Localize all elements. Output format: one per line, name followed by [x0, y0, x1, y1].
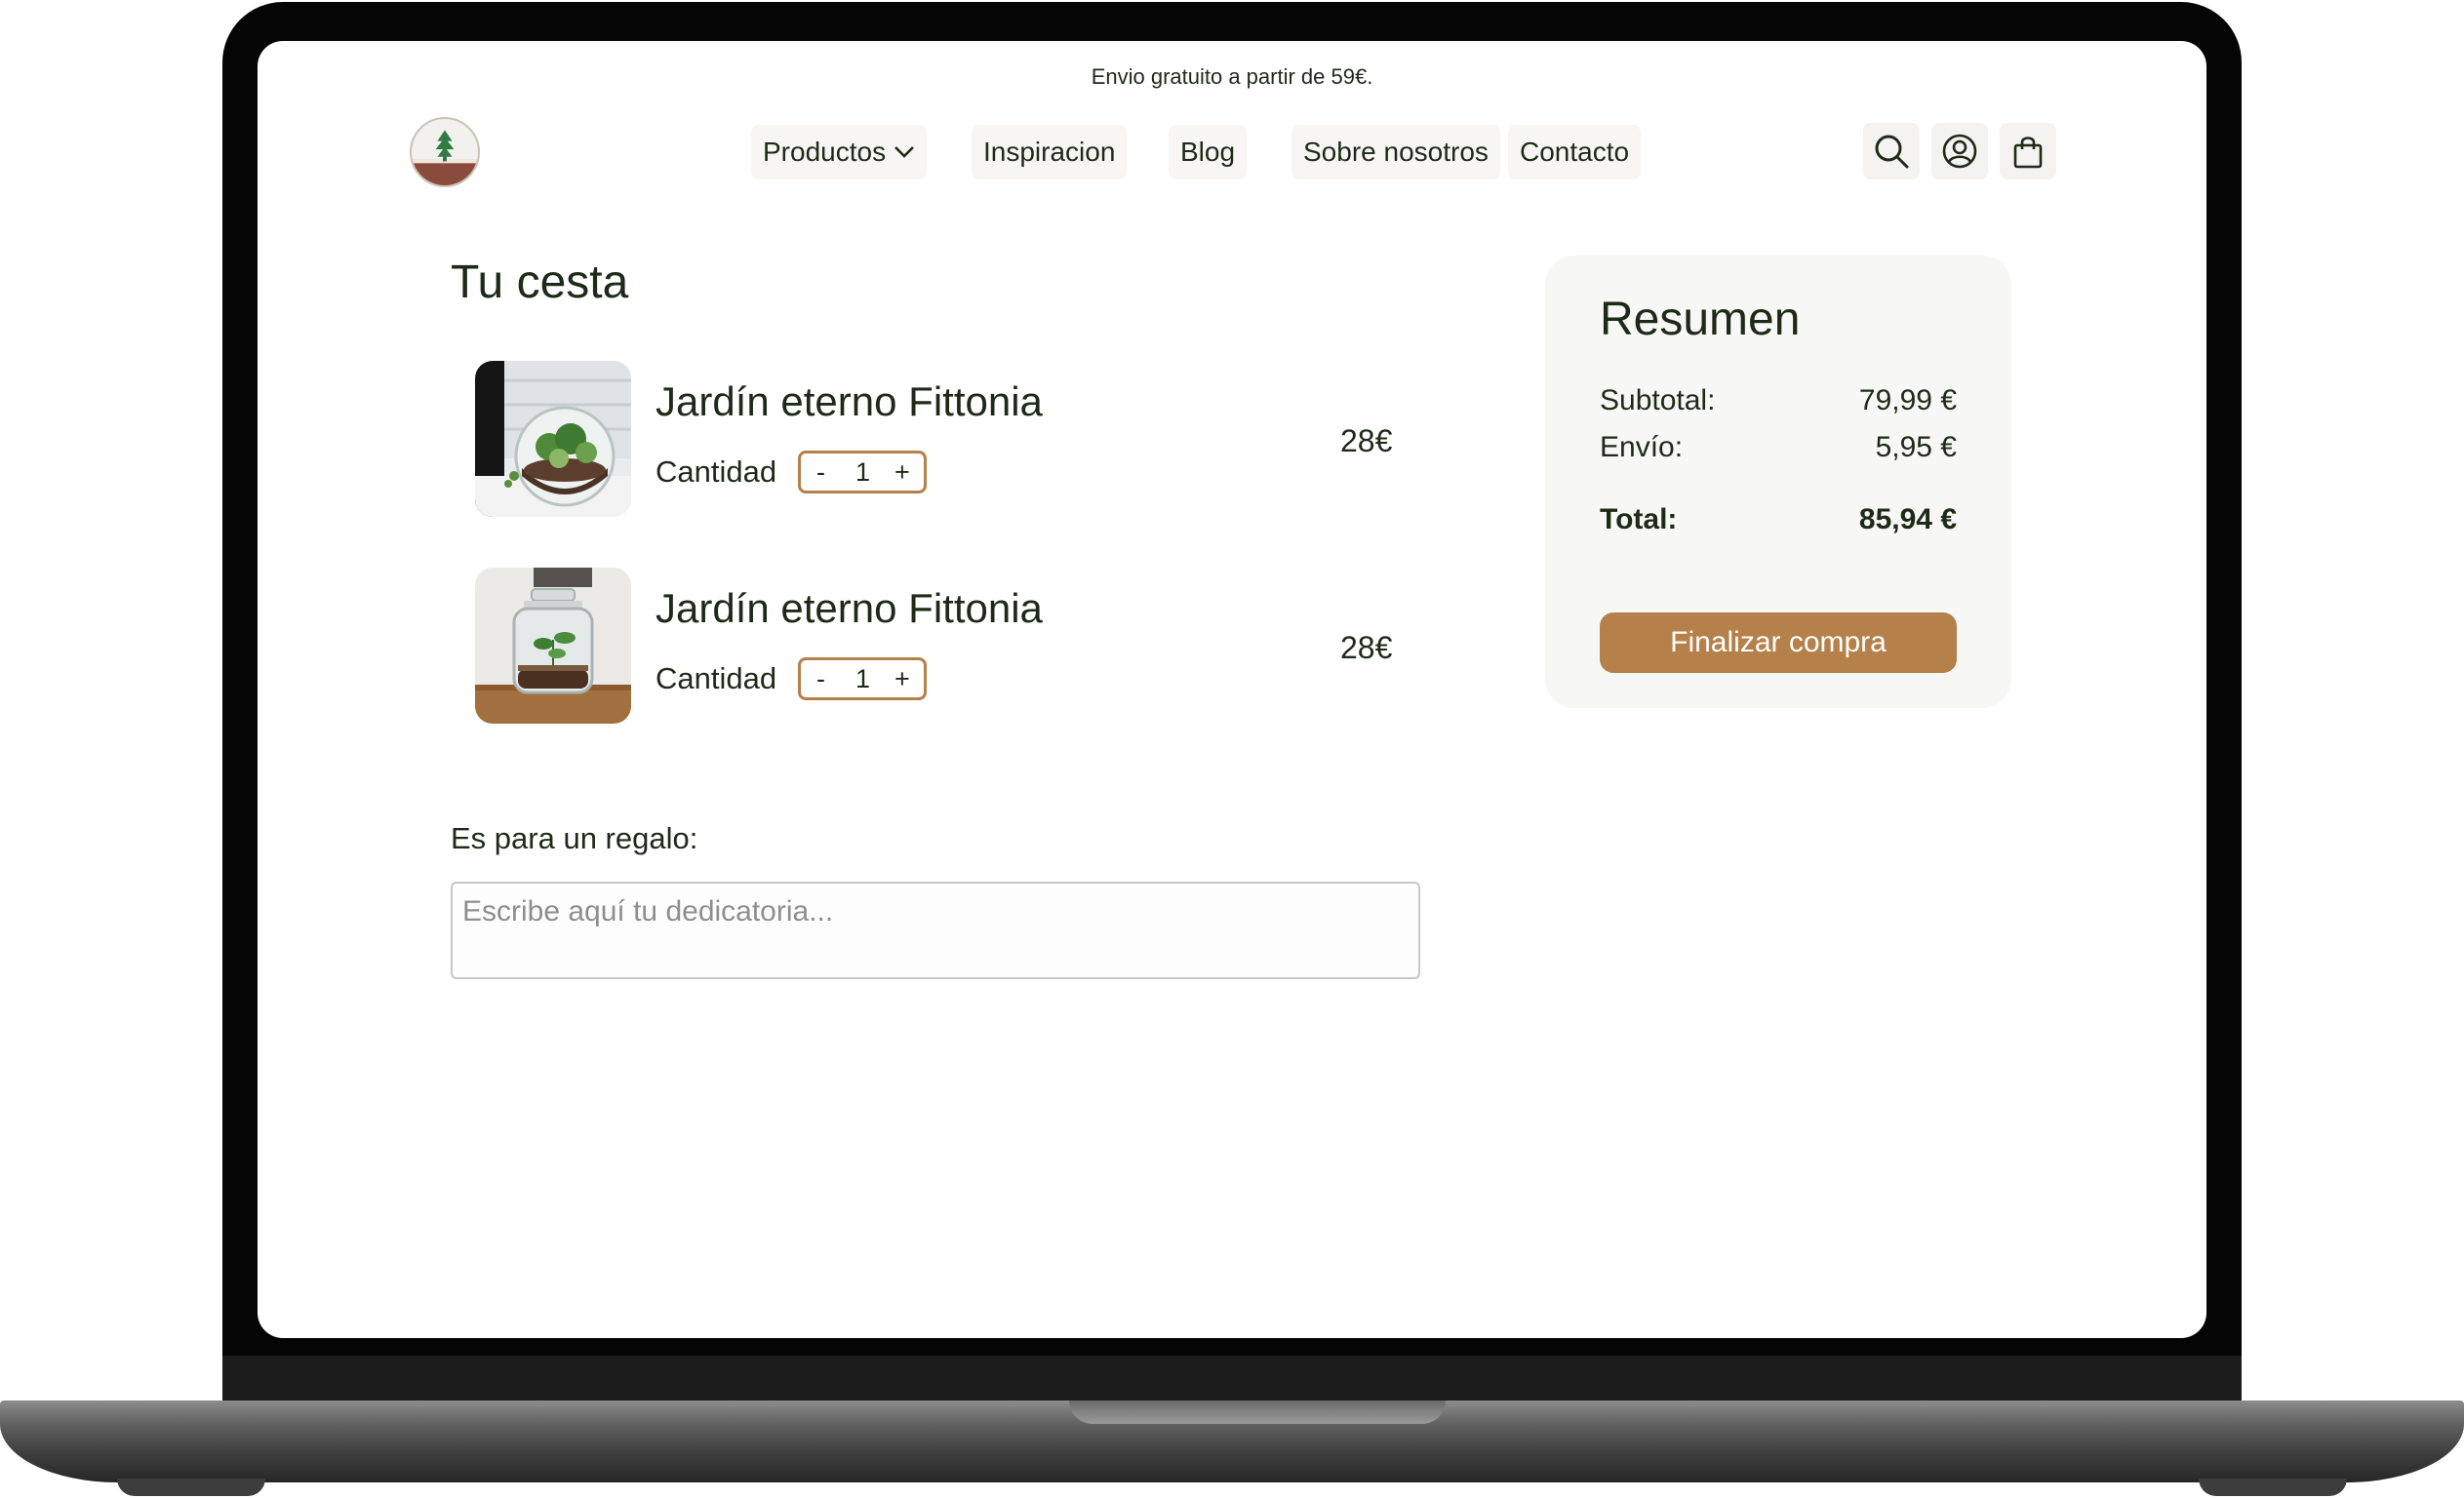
cart-button[interactable] [2000, 123, 2056, 179]
item-price: 28€ [1340, 423, 1393, 458]
account-button[interactable] [1931, 123, 1988, 179]
nav-item-label: Contacto [1520, 137, 1630, 167]
order-summary: Resumen Subtotal: 79,99 € Envío: 5,95 € … [1545, 256, 2011, 708]
chevron-down-icon [894, 145, 914, 158]
nav-item-sobre-nosotros[interactable]: Sobre nosotros [1292, 125, 1500, 179]
quantity-stepper: - 1 + [798, 451, 927, 493]
nav-item-label: Sobre nosotros [1303, 137, 1489, 167]
browser-screen: Envio gratuito a partir de 59€. Producto… [258, 41, 2206, 1338]
shopping-bag-icon [2013, 137, 2043, 169]
item-name[interactable]: Jardín eterno Fittonia [656, 378, 1043, 425]
gift-message-input[interactable] [451, 882, 1420, 979]
summary-title: Resumen [1600, 294, 1801, 345]
shipping-value: 5,95 € [1875, 431, 1957, 463]
item-price: 28€ [1340, 630, 1393, 665]
announcement-bar: Envio gratuito a partir de 59€. [1091, 64, 1373, 89]
search-button[interactable] [1863, 123, 1920, 179]
total-row: Total: 85,94 € [1600, 503, 1957, 536]
user-icon [1942, 134, 1977, 169]
laptop-notch [1069, 1400, 1446, 1424]
nav-item-label: Inspiracion [983, 137, 1116, 167]
quantity-stepper: - 1 + [798, 657, 927, 700]
gift-label: Es para un regalo: [451, 821, 698, 855]
increment-button[interactable]: + [894, 664, 910, 694]
nav-item-inspiracion[interactable]: Inspiracion [972, 125, 1128, 179]
laptop-foot-right [2199, 1479, 2347, 1496]
increment-button[interactable]: + [894, 457, 910, 488]
shipping-row: Envío: 5,95 € [1600, 431, 1957, 464]
total-label: Total: [1600, 503, 1678, 535]
item-name[interactable]: Jardín eterno Fittonia [656, 585, 1043, 632]
product-image[interactable] [475, 568, 631, 724]
decrement-button[interactable]: - [816, 664, 825, 694]
product-image[interactable] [475, 361, 631, 517]
quantity-value: 1 [855, 664, 871, 693]
nav-item-productos[interactable]: Productos [751, 125, 928, 179]
quantity-label: Cantidad [656, 661, 777, 695]
tree-logo-icon[interactable] [410, 117, 480, 187]
laptop-foot-left [117, 1479, 265, 1496]
page-title: Tu cesta [451, 256, 629, 308]
total-value: 85,94 € [1858, 503, 1957, 535]
subtotal-label: Subtotal: [1600, 384, 1716, 416]
search-icon [1875, 135, 1909, 169]
quantity-value: 1 [855, 457, 871, 487]
nav-item-contacto[interactable]: Contacto [1508, 125, 1642, 179]
quantity-label: Cantidad [656, 454, 777, 489]
decrement-button[interactable]: - [816, 457, 825, 488]
checkout-button[interactable]: Finalizar compra [1600, 612, 1957, 673]
subtotal-value: 79,99 € [1858, 384, 1957, 416]
subtotal-row: Subtotal: 79,99 € [1600, 384, 1957, 417]
nav-item-label: Blog [1180, 137, 1236, 167]
shipping-label: Envío: [1600, 431, 1684, 463]
nav-item-label: Productos [763, 137, 887, 167]
laptop-hinge [222, 1356, 2242, 1402]
nav-item-blog[interactable]: Blog [1169, 125, 1248, 179]
